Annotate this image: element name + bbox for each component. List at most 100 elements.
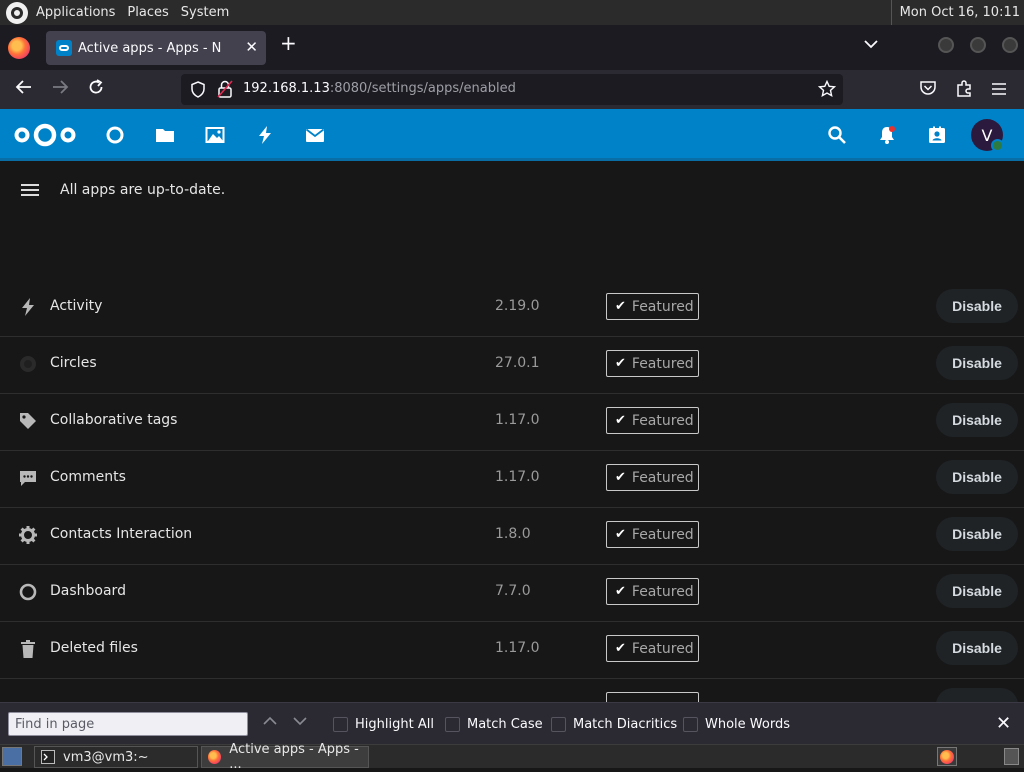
find-in-page-input[interactable] <box>8 712 248 736</box>
system-menu[interactable]: System <box>175 0 235 25</box>
applications-menu[interactable]: Applications <box>30 0 121 25</box>
disable-button[interactable]: Disable <box>936 346 1018 380</box>
tab-title: Active apps - Apps - N <box>78 40 222 56</box>
url-path: :8080/settings/apps/enabled <box>329 81 516 96</box>
match-diacritics-checkbox[interactable] <box>551 717 566 732</box>
app-menu-icon[interactable] <box>991 80 1007 101</box>
search-icon[interactable] <box>827 125 847 145</box>
app-name[interactable]: Activity <box>50 298 102 314</box>
highlight-all-option[interactable]: Highlight All <box>333 717 434 732</box>
app-name[interactable]: Deleted files <box>50 640 138 656</box>
tab-list-chevron-icon[interactable] <box>864 37 878 53</box>
check-icon: ✔ <box>615 413 626 428</box>
url-bar[interactable]: 192.168.1.13:8080/settings/apps/enabled <box>181 74 843 105</box>
app-row-partial <box>0 679 1024 702</box>
task-terminal-label: vm3@vm3:~ <box>63 749 149 765</box>
highlight-all-checkbox[interactable] <box>333 717 348 732</box>
comments-icon <box>18 468 38 488</box>
tray-firefox-icon[interactable] <box>937 747 957 766</box>
os-logo-icon[interactable] <box>6 1 28 24</box>
match-case-option[interactable]: Match Case <box>445 717 543 732</box>
tab-strip: Active apps - Apps - N ✕ + <box>0 25 1024 70</box>
featured-label: Featured <box>631 526 694 543</box>
featured-label: Featured <box>631 298 694 315</box>
dashboard-icon <box>18 582 38 602</box>
app-name[interactable]: Comments <box>50 469 126 485</box>
tab-close-icon[interactable]: ✕ <box>245 38 258 56</box>
whole-words-option[interactable]: Whole Words <box>683 717 790 732</box>
disable-button[interactable]: Disable <box>936 460 1018 494</box>
find-close-icon[interactable]: ✕ <box>996 713 1011 734</box>
contacts-icon[interactable] <box>927 125 947 145</box>
back-icon[interactable] <box>15 78 33 101</box>
match-diacritics-option[interactable]: Match Diacritics <box>551 717 677 732</box>
match-diacritics-label: Match Diacritics <box>573 717 678 732</box>
pocket-icon[interactable] <box>919 80 937 101</box>
disable-button[interactable] <box>936 688 1018 702</box>
app-version: 7.7.0 <box>495 583 531 599</box>
firefox-task-icon <box>208 750 222 764</box>
close-window-button[interactable] <box>1002 37 1018 53</box>
disable-button[interactable]: Disable <box>936 403 1018 437</box>
app-row: Comments 1.17.0 ✔ Featured Disable <box>0 451 1024 508</box>
task-firefox[interactable]: Active apps - Apps - ... <box>201 742 369 772</box>
insecure-lock-icon[interactable] <box>217 80 233 102</box>
navigation-bar: 192.168.1.13:8080/settings/apps/enabled <box>0 70 1024 109</box>
app-name[interactable]: Contacts Interaction <box>50 526 192 542</box>
gear-icon <box>18 525 38 545</box>
circles-icon <box>18 354 38 374</box>
reload-icon[interactable] <box>87 78 105 101</box>
navigation-toggle-icon[interactable] <box>21 184 39 198</box>
task-terminal[interactable]: vm3@vm3:~ <box>34 746 198 768</box>
featured-label: Featured <box>631 355 694 372</box>
extensions-icon[interactable] <box>955 79 973 102</box>
app-name[interactable]: Dashboard <box>50 583 126 599</box>
featured-label: Featured <box>631 469 694 486</box>
nextcloud-logo-icon[interactable] <box>14 122 76 152</box>
featured-badge: ✔ Featured <box>606 350 699 377</box>
featured-badge: ✔ Featured <box>606 464 699 491</box>
whole-words-checkbox[interactable] <box>683 717 698 732</box>
trash-icon <box>18 639 38 659</box>
minimize-window-button[interactable] <box>938 37 954 53</box>
places-menu[interactable]: Places <box>121 0 174 25</box>
new-tab-icon[interactable]: + <box>280 31 297 55</box>
forward-icon[interactable] <box>51 78 69 101</box>
app-name[interactable]: Collaborative tags <box>50 412 177 428</box>
top-panel: Applications Places System Mon Oct 16, 1… <box>0 0 1024 25</box>
match-case-checkbox[interactable] <box>445 717 460 732</box>
activity-app-icon[interactable] <box>255 125 275 145</box>
app-row: Contacts Interaction 1.8.0 ✔ Featured Disabl… <box>0 508 1024 565</box>
highlight-all-label: Highlight All <box>355 717 434 732</box>
tag-icon <box>18 411 38 431</box>
app-row: Dashboard 7.7.0 ✔ Featured Disable <box>0 565 1024 622</box>
app-name[interactable]: Circles <box>50 355 97 371</box>
app-version: 27.0.1 <box>495 355 540 371</box>
clock[interactable]: Mon Oct 16, 10:11 <box>890 0 1020 25</box>
disable-button[interactable]: Disable <box>936 631 1018 665</box>
dashboard-app-icon[interactable] <box>105 125 125 145</box>
disable-button[interactable]: Disable <box>936 574 1018 608</box>
disable-button[interactable]: Disable <box>936 517 1018 551</box>
tab-active-apps[interactable]: Active apps - Apps - N ✕ <box>46 31 266 65</box>
find-previous-icon[interactable] <box>263 715 277 730</box>
notifications-bell-icon[interactable] <box>877 125 897 145</box>
find-next-icon[interactable] <box>293 715 307 730</box>
workspace-switcher-icon[interactable] <box>1004 748 1019 765</box>
files-app-icon[interactable] <box>155 125 175 145</box>
apps-content: All apps are up-to-date. Activity 2.19.0 ✔… <box>0 161 1024 702</box>
app-version: 1.17.0 <box>495 640 540 656</box>
featured-badge: ✔ Featured <box>606 521 699 548</box>
show-desktop-icon[interactable] <box>2 747 22 766</box>
mail-app-icon[interactable] <box>305 125 325 145</box>
featured-label: Featured <box>631 412 694 429</box>
disable-button[interactable]: Disable <box>936 289 1018 323</box>
maximize-window-button[interactable] <box>970 37 986 53</box>
check-icon: ✔ <box>615 299 626 314</box>
firefox-icon[interactable] <box>8 37 30 59</box>
bookmark-star-icon[interactable] <box>817 79 837 102</box>
app-row: Collaborative tags 1.17.0 ✔ Featured Disable <box>0 394 1024 451</box>
photos-app-icon[interactable] <box>205 125 225 145</box>
shield-icon[interactable] <box>190 81 206 102</box>
activity-icon <box>18 297 38 317</box>
